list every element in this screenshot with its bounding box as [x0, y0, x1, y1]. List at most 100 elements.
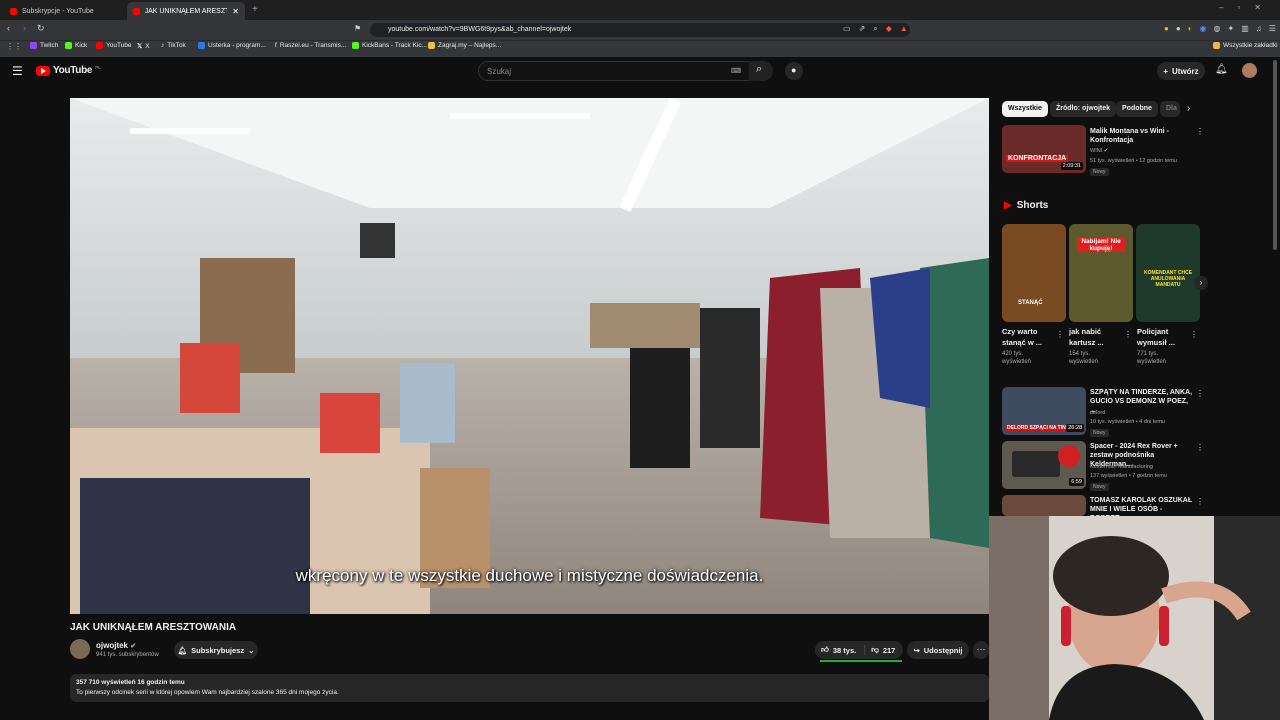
bookmark-youtube[interactable]: YouTube [96, 42, 132, 49]
microphone-icon: ● [791, 65, 797, 75]
chip-from-channel[interactable]: Źródło: ojwojtek [1050, 101, 1117, 117]
chips-next-icon[interactable]: › [1187, 103, 1190, 114]
new-tab-icon[interactable]: + [252, 4, 258, 15]
video-title-link[interactable]: Malik Montana vs Wini - Konfrontacja [1090, 127, 1194, 145]
bookmark-usterka[interactable]: Usterka - program... [198, 42, 266, 49]
video-meta: 51 tys. wyświetleń • 12 godzin temu [1090, 158, 1177, 164]
extension-icon[interactable]: ● [1164, 24, 1169, 33]
tab-subscriptions[interactable]: Subskrypcje - YouTube [4, 2, 124, 20]
hamburger-menu-icon[interactable]: ☰ [12, 64, 23, 78]
channel-avatar[interactable] [70, 639, 90, 659]
notifications-bell-icon[interactable]: 🔔︎ [1215, 64, 1228, 75]
more-actions-button[interactable]: ⋯ [973, 641, 989, 659]
thumbs-down-icon: 👎︎ [871, 645, 879, 654]
extension-icon[interactable]: ● [1176, 24, 1181, 33]
chip-related[interactable]: Podobne [1116, 101, 1158, 117]
video-thumbnail[interactable]: DELORD SZPĄCI NA TINDERZE 26:28 [1002, 387, 1086, 435]
bell-icon: 🔔︎ [177, 645, 188, 655]
verified-check-icon: ✔ [130, 643, 137, 650]
bookmark-kickbans[interactable]: KickBans - Track Kic... [352, 42, 427, 49]
like-button[interactable]: 👍︎ 38 tys. [815, 645, 866, 655]
video-options-icon[interactable]: ⋮ [1196, 497, 1204, 506]
channel-name[interactable]: ojwojtek ✔ [96, 641, 136, 650]
forward-icon[interactable]: › [23, 23, 26, 33]
views-and-date: 357 710 wyświetleń 16 godzin temu [76, 679, 185, 686]
video-title-link[interactable]: SZPĄTY NA TINDERZE, ANKA, GUCIO VS DEMON… [1090, 388, 1194, 415]
dislike-button[interactable]: 👎︎ 217 [865, 645, 901, 655]
shorts-icon: ▶ [1004, 200, 1012, 211]
search-button[interactable]: ⌕ [749, 61, 773, 81]
music-icon[interactable]: ♫ [1256, 24, 1262, 33]
rewards-icon[interactable]: ▲ [900, 24, 908, 34]
bookmark-zagraj[interactable]: Zagraj.my – Najleps... [428, 42, 501, 49]
bookmark-x[interactable]: 𝕏X [137, 42, 150, 51]
video-thumbnail[interactable] [1002, 495, 1086, 516]
shorts-heading: ▶ Shorts [1004, 200, 1049, 211]
page-scrollbar[interactable] [1273, 60, 1277, 250]
sidebar-icon[interactable]: ▥ [1241, 24, 1249, 33]
short-options-icon[interactable]: ⋮ [1124, 330, 1132, 339]
share-button[interactable]: ↪ Udostępnij [907, 641, 969, 659]
extensions-bar: ● ● ◐ ◉ ◍ ✦ ▥ ♫ ☰ [1164, 24, 1276, 33]
subscribe-button[interactable]: 🔔︎ Subskrybujesz ⌄ [174, 641, 258, 659]
install-icon[interactable]: ▭ [843, 24, 851, 34]
short-options-icon[interactable]: ⋮ [1056, 330, 1064, 339]
voice-search-button[interactable]: ● [785, 62, 803, 80]
create-button[interactable]: + Utwórz [1157, 62, 1205, 80]
all-bookmarks[interactable]: Wszystkie zakładki [1213, 42, 1278, 49]
short-title[interactable]: Policjant wymusił ... [1137, 326, 1193, 348]
youtube-icon [96, 42, 103, 49]
extension-icon[interactable]: ◐ [1188, 24, 1193, 33]
back-icon[interactable]: ‹ [7, 23, 10, 33]
chip-for-you[interactable]: Dla [1160, 101, 1180, 117]
video-options-icon[interactable]: ⋮ [1196, 389, 1204, 398]
account-avatar[interactable] [1242, 63, 1257, 78]
chip-all[interactable]: Wszystkie [1002, 101, 1048, 117]
channel-name: WINI ✔ [1090, 148, 1109, 154]
short-title[interactable]: jak nabić kartusz ... [1069, 326, 1125, 348]
share-icon: ↪ [913, 645, 920, 655]
extension-icon[interactable]: ◍ [1214, 24, 1221, 33]
bookmark-kick[interactable]: Kick [65, 42, 87, 49]
apps-grid-icon[interactable]: ⋮⋮ [6, 42, 22, 51]
video-thumbnail[interactable]: 6:59 [1002, 441, 1086, 489]
like-ratio-bar [820, 660, 902, 662]
video-thumbnail[interactable]: KONFRONTACJA 2:09:31 [1002, 125, 1086, 173]
puzzle-icon[interactable]: ✦ [1228, 24, 1235, 33]
video-title: JAK UNIKNĄŁEM ARESZTOWANIA [70, 622, 237, 633]
menu-icon[interactable]: ☰ [1269, 24, 1276, 33]
short-thumbnail[interactable]: STANĄĆ [1002, 224, 1066, 322]
keyboard-icon[interactable]: ⌨ [731, 67, 741, 75]
bookmark-twitch[interactable]: Twitch [30, 42, 58, 49]
close-tab-icon[interactable]: ✕ [232, 7, 239, 16]
bookmark-icon[interactable]: ⚑ [354, 24, 361, 33]
share-page-icon[interactable]: ⇗ [859, 24, 866, 34]
video-player[interactable] [70, 98, 989, 614]
window-controls[interactable]: –▫✕ [1219, 3, 1275, 12]
subscriber-count: 941 tys. subskrybentów [96, 652, 159, 658]
short-thumbnail[interactable]: Nabijam! Nie kupuję! [1069, 224, 1133, 322]
short-options-icon[interactable]: ⋮ [1190, 330, 1198, 339]
zoom-icon[interactable]: ⌕ [873, 24, 877, 34]
extension-icon[interactable]: ◉ [1200, 24, 1207, 33]
video-meta: 10 tys. wyświetleń • 4 dni temu [1090, 419, 1165, 425]
brave-shield-icon[interactable]: ◆ [886, 24, 892, 34]
webcam-image [989, 516, 1280, 720]
bookmark-tiktok[interactable]: ♪ TikTok [161, 42, 186, 49]
webcam-overlay [989, 516, 1280, 720]
url-field[interactable]: youtube.com/watch?v=9BWG6t9pys&ab_channe… [370, 23, 910, 37]
thumbs-up-icon: 👍︎ [821, 645, 829, 654]
youtube-logo[interactable]: YouTube PL [36, 65, 101, 76]
short-thumbnail[interactable]: KOMENDANT CHCE ANULOWANIA MANDATU [1136, 224, 1200, 322]
shorts-next-icon[interactable]: › [1194, 276, 1208, 290]
short-title[interactable]: Czy warto stanąć w ... [1002, 326, 1058, 348]
tab-current-video[interactable]: JAK UNIKNĄŁEM ARESZTOWA ✕ [127, 2, 245, 20]
channel-name: Kelderman Manufacturing [1090, 464, 1153, 470]
reload-icon[interactable]: ↻ [37, 23, 45, 34]
description-box[interactable]: 357 710 wyświetleń 16 godzin temu To pie… [70, 674, 989, 702]
channel-name: delord [1090, 410, 1106, 416]
bookmark-raszei[interactable]: f Raszei.eu - Transmis... [275, 42, 346, 49]
search-input[interactable]: Szukaj [478, 61, 770, 81]
video-options-icon[interactable]: ⋮ [1196, 127, 1204, 136]
video-options-icon[interactable]: ⋮ [1196, 443, 1204, 452]
